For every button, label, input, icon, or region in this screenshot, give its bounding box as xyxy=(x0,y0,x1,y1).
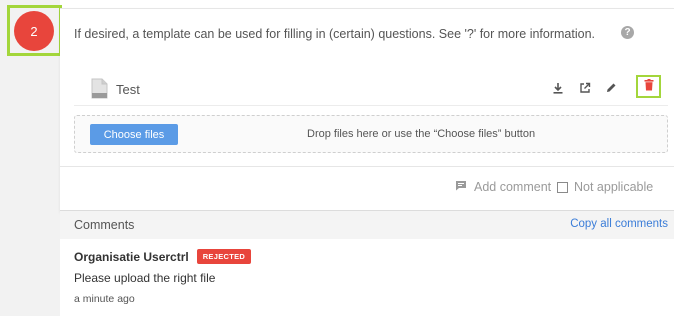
file-row: Test xyxy=(74,75,668,106)
comment-timestamp: a minute ago xyxy=(74,293,135,305)
card-divider xyxy=(60,166,674,167)
download-icon[interactable] xyxy=(551,81,565,95)
delete-button-highlight[interactable] xyxy=(636,75,661,98)
not-applicable-toggle[interactable]: Not applicable xyxy=(557,180,653,194)
not-applicable-label: Not applicable xyxy=(574,180,654,194)
comment-icon xyxy=(455,180,467,194)
comment-text: Please upload the right file xyxy=(74,271,216,285)
status-badge: REJECTED xyxy=(196,249,252,264)
comment-author: Organisatie Userctrl xyxy=(74,249,189,264)
delete-icon[interactable] xyxy=(644,78,654,96)
question-info-text: If desired, a template can be used for f… xyxy=(74,27,596,41)
step-number-badge: 2 xyxy=(14,11,54,51)
question-card: If desired, a template can be used for f… xyxy=(60,8,674,211)
open-external-icon[interactable] xyxy=(578,81,592,95)
dropzone-text: Drop files here or use the “Choose files… xyxy=(307,128,536,140)
copy-all-comments-link[interactable]: Copy all comments xyxy=(570,218,668,230)
add-comment-label: Add comment xyxy=(474,180,552,194)
file-name[interactable]: Test xyxy=(116,82,140,97)
comment-item: Organisatie Userctrl REJECTED Please upl… xyxy=(60,239,674,316)
choose-files-button[interactable]: Choose files xyxy=(90,124,178,145)
comment-author-line: Organisatie Userctrl REJECTED xyxy=(74,249,252,264)
help-icon[interactable]: ? xyxy=(621,26,634,39)
add-comment-button[interactable]: Add comment xyxy=(455,180,551,194)
file-icon xyxy=(91,78,108,99)
comments-header: Comments Copy all comments xyxy=(60,211,674,239)
not-applicable-checkbox[interactable] xyxy=(557,181,568,193)
file-dropzone[interactable]: Choose files Drop files here or use the … xyxy=(74,115,668,153)
edit-icon[interactable] xyxy=(604,81,618,95)
comments-title: Comments xyxy=(74,218,135,232)
